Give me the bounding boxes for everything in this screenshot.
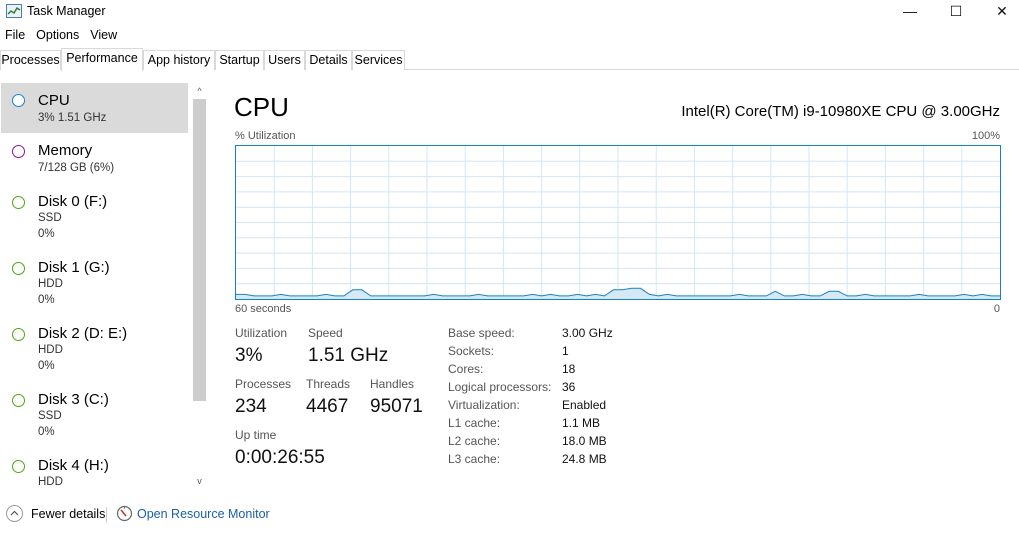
speed-value: 1.51 GHz [308,345,389,366]
sidebar-item-title: Disk 2 (D: E:) [38,325,128,342]
spec-value: Enabled [562,398,607,412]
tab-bar: Processes Performance App history Startu… [0,48,1019,71]
spec-label: Cores: [448,362,484,376]
sidebar-item-detail: 7/128 GB (6%) [38,162,115,174]
tab-startup[interactable]: Startup [215,50,264,70]
spec-value: 1 [562,344,569,358]
scroll-thumb[interactable] [193,99,206,401]
memory-circle-icon [12,145,25,158]
open-resource-monitor-link[interactable]: Open Resource Monitor [137,507,270,521]
close-button[interactable]: ✕ [979,0,1019,22]
window-title: Task Manager [27,4,106,18]
tab-app-history[interactable]: App history [143,50,215,70]
sidebar-item-title: Disk 1 (G:) [38,259,110,276]
sidebar-item-type: HDD [38,476,63,488]
tab-processes[interactable]: Processes [0,50,61,70]
spec-value: 3.00 GHz [562,326,613,340]
scroll-up-arrow-icon[interactable]: ^ [192,85,207,97]
spec-label: L2 cache: [448,434,501,448]
spec-value: 36 [562,380,576,394]
graph-y-max-label: 100% [971,130,1000,142]
chevron-up-icon[interactable] [6,505,23,522]
sidebar-item-title: CPU [38,92,70,109]
sidebar-item-type: SSD [38,410,62,422]
minimize-button[interactable]: — [887,0,933,22]
performance-sidebar: CPU 3% 1.51 GHz Memory 7/128 GB (6%) Dis… [0,80,210,493]
spec-label: Logical processors: [448,380,552,394]
uptime-value: 0:00:26:55 [235,447,325,468]
sidebar-item-type: HDD [38,278,63,290]
footer-bar: Fewer details Open Resource Monitor [0,500,1019,530]
spec-label: L1 cache: [448,416,501,430]
spec-label: Virtualization: [448,398,520,412]
footer-divider [106,507,107,523]
cpu-utilization-graph [235,145,1001,300]
tab-users[interactable]: Users [264,50,305,70]
threads-label: Threads [306,377,351,391]
uptime-label: Up time [235,428,277,442]
spec-value: 24.8 MB [562,452,607,466]
disk-circle-icon [12,394,25,407]
sidebar-scrollbar[interactable]: ^ v [192,85,207,490]
handles-label: Handles [370,377,415,391]
processes-label: Processes [235,377,292,391]
sidebar-item-disk-3[interactable]: Disk 3 (C:) SSD 0% [1,386,188,450]
graph-y-label: % Utilization [235,130,296,142]
cpu-model-name: Intel(R) Core(TM) i9-10980XE CPU @ 3.00G… [681,103,1000,120]
menu-options[interactable]: Options [31,26,85,44]
cpu-circle-icon [12,94,25,107]
processes-value: 234 [235,396,267,417]
page-title: CPU [234,92,289,122]
sidebar-item-memory[interactable]: Memory 7/128 GB (6%) [1,136,188,186]
handles-value: 95071 [370,396,423,417]
utilization-value: 3% [235,345,263,366]
sidebar-item-type: SSD [38,212,62,224]
graph-x-right-label: 0 [993,303,1000,315]
menu-view[interactable]: View [85,26,123,44]
sidebar-item-title: Disk 4 (H:) [38,457,109,474]
spec-value: 1.1 MB [562,416,601,430]
threads-value: 4467 [306,396,349,417]
graph-x-left-label: 60 seconds [235,303,292,315]
menu-bar: File Options View [0,26,123,44]
scroll-down-arrow-icon[interactable]: v [192,475,207,487]
menu-file[interactable]: File [0,26,31,44]
disk-circle-icon [12,262,25,275]
spec-label: Base speed: [448,326,515,340]
sidebar-item-title: Disk 3 (C:) [38,391,109,408]
speed-label: Speed [308,326,343,340]
sidebar-item-title: Memory [38,142,93,159]
resource-monitor-icon[interactable] [116,505,133,522]
sidebar-item-title: Disk 0 (F:) [38,193,108,210]
sidebar-item-usage: 0% [38,426,55,438]
sidebar-item-usage: 0% [38,294,55,306]
utilization-label: Utilization [235,326,288,340]
spec-label: Sockets: [448,344,495,358]
spec-value: 18.0 MB [562,434,607,448]
tab-performance[interactable]: Performance [61,48,143,71]
tab-details[interactable]: Details [305,50,352,70]
tab-services[interactable]: Services [352,50,405,70]
sidebar-item-disk-1[interactable]: Disk 1 (G:) HDD 0% [1,254,188,318]
disk-circle-icon [12,328,25,341]
sidebar-item-cpu[interactable]: CPU 3% 1.51 GHz [1,83,188,133]
disk-circle-icon [12,196,25,209]
spec-label: L3 cache: [448,452,501,466]
sidebar-item-detail: 3% 1.51 GHz [38,112,107,124]
title-bar: Task Manager — ☐ ✕ [0,0,1019,24]
fewer-details-button[interactable]: Fewer details [31,507,105,521]
sidebar-item-type: HDD [38,344,63,356]
task-manager-icon [6,4,22,18]
spec-value: 18 [562,362,576,376]
sidebar-item-usage: 0% [38,228,55,240]
disk-circle-icon [12,460,25,473]
maximize-button[interactable]: ☐ [933,0,979,22]
sidebar-item-disk-0[interactable]: Disk 0 (F:) SSD 0% [1,188,188,252]
cpu-utilization-svg [236,146,1000,299]
sidebar-item-disk-2[interactable]: Disk 2 (D: E:) HDD 0% [1,320,188,384]
sidebar-item-usage: 0% [38,360,55,372]
sidebar-item-disk-4[interactable]: Disk 4 (H:) HDD [1,452,188,493]
